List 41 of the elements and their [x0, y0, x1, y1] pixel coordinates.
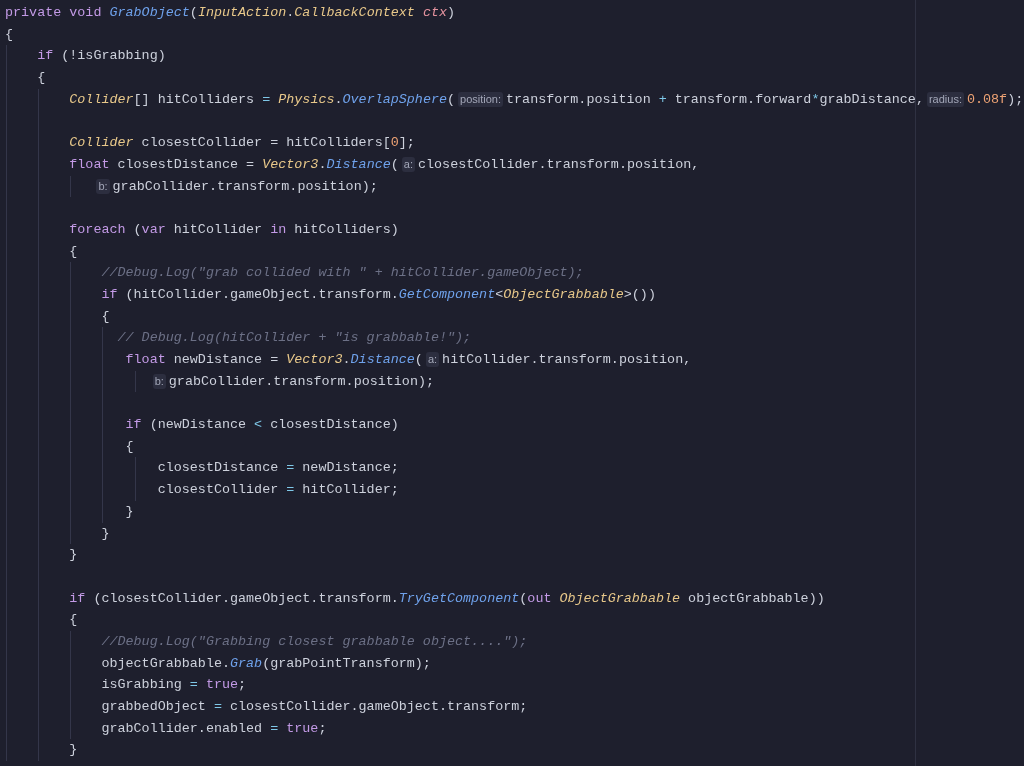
code-text: Collider[] hitColliders = Physics.OverlapSphere(: [69, 90, 456, 109]
code-text: isGrabbing = true;: [101, 676, 247, 695]
code-text: Collider closestCollider = hitColliders[0];: [69, 134, 415, 153]
code-text: if (hitCollider.gameObject.transform.GetComponent<ObjectGrabbable>()): [101, 285, 656, 304]
code-text: objectGrabbable.Grab(grabPointTransform);: [101, 654, 431, 673]
code-text: grabbedObject = closestCollider.gameObject.transform;: [101, 698, 528, 716]
code-text: //Debug.Log("Grabbing closest grabbable object....");: [101, 632, 528, 651]
code-text: 0.08f);: [966, 90, 1024, 109]
code-text: float newDistance = Vector3.Distance(: [125, 351, 423, 369]
code-text: }: [101, 524, 110, 543]
parameter-hint: b:: [96, 178, 110, 194]
code-text: // Debug.Log(hitCollider + "is grabbable!");: [117, 329, 472, 348]
code-text: private void GrabObject(InputAction.CallbackContext ctx): [5, 4, 456, 22]
code-text: closestDistance = newDistance;: [157, 459, 399, 478]
parameter-hint: radius:: [926, 92, 964, 108]
parameter-hint: a:: [401, 157, 415, 173]
code-text: }: [69, 546, 78, 565]
code-text: {: [5, 25, 14, 44]
code-text: hitCollider.transform.position,: [442, 351, 692, 369]
parameter-hint: b:: [152, 374, 166, 390]
code-text: float closestDistance = Vector3.Distance(: [69, 155, 399, 174]
code-text: {: [69, 242, 78, 261]
code-text: grabCollider.transform.position);: [112, 177, 378, 196]
parameter-hint: position:: [458, 92, 504, 108]
code-text: transform.position + transform.forward*grabDistance,: [506, 90, 924, 109]
code-text: if (closestCollider.gameObject.transform.TryGetComponent(out ObjectGrabbable objectGrabbable)): [69, 589, 825, 608]
code-text: grabCollider.transform.position);: [168, 372, 434, 391]
code-text: foreach (var hitCollider in hitColliders): [69, 220, 399, 239]
code-text: {: [37, 69, 46, 88]
code-text: if (newDistance < closestDistance): [125, 416, 399, 435]
parameter-hint: a:: [425, 352, 440, 368]
code-text: closestCollider = hitCollider;: [157, 481, 399, 500]
code-text: closestCollider.transform.position,: [418, 155, 700, 174]
code-text: //Debug.Log("grab collided with " + hitCollider.gameObject);: [101, 264, 584, 283]
code-text: }: [69, 741, 78, 760]
code-text: {: [125, 437, 134, 456]
code-text: grabCollider.enabled = true;: [101, 719, 327, 738]
code-text: {: [101, 307, 110, 326]
code-text: {: [69, 611, 78, 630]
code-text: if (!isGrabbing): [37, 47, 166, 66]
code-text: }: [125, 502, 134, 521]
